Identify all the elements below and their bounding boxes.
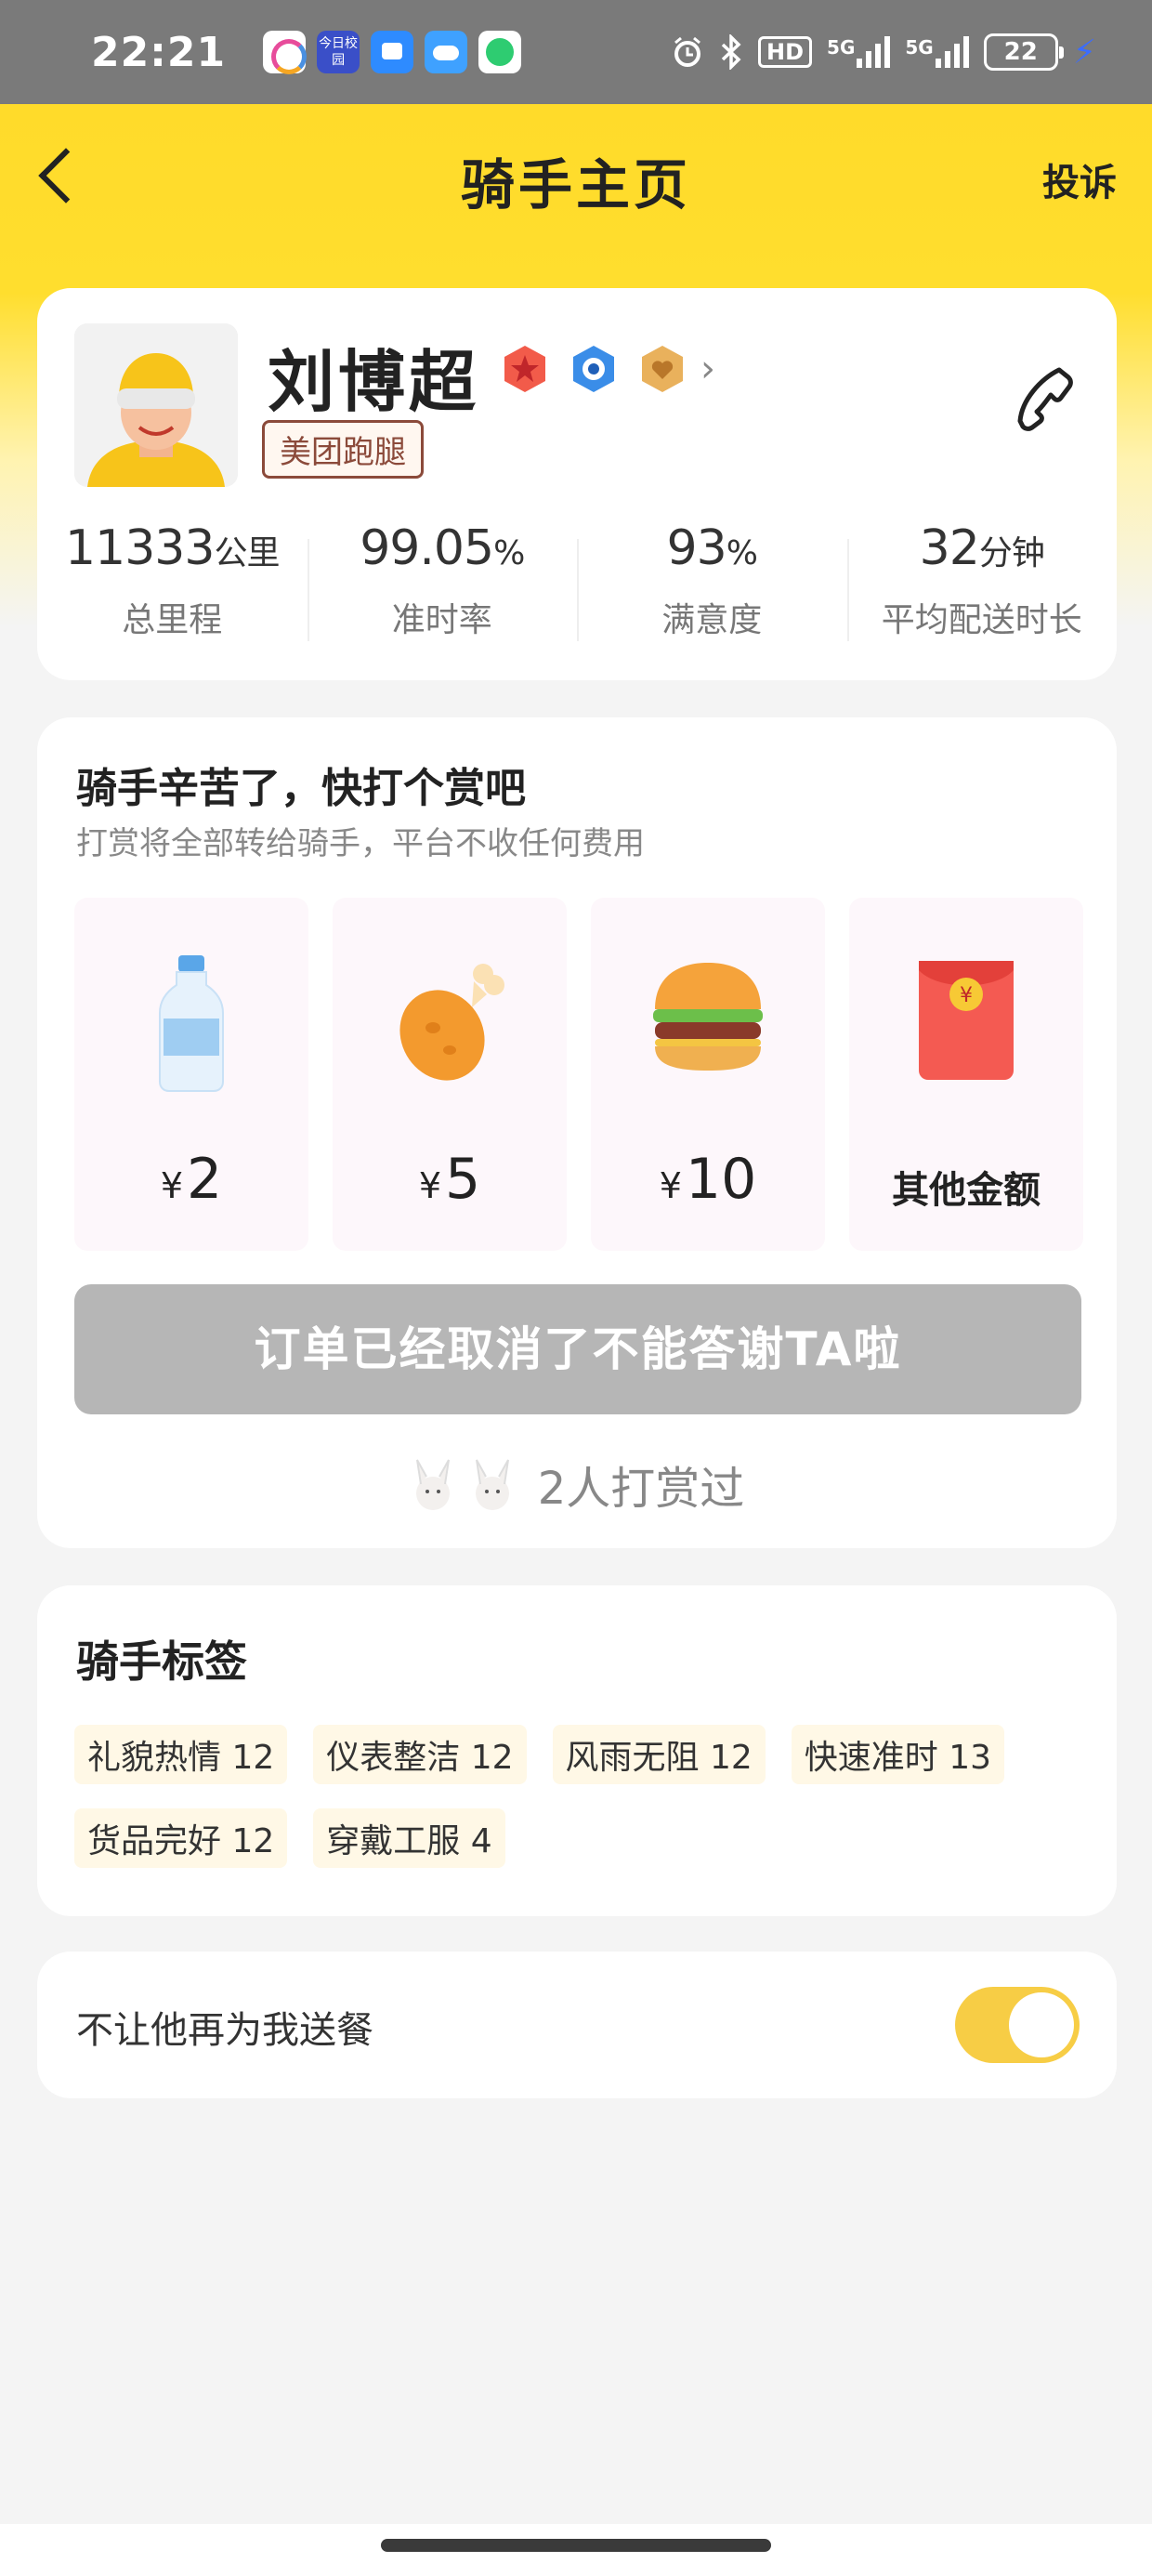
status-indicators: HD 5G 5G 22 ⚡ xyxy=(671,33,1096,72)
signal-5g-1: 5G xyxy=(827,36,891,68)
block-rider-card: 不让他再为我送餐 xyxy=(37,1952,1117,2098)
tip-amount: 2 xyxy=(187,1147,223,1212)
tip-options: ¥2 ¥5 ¥10 ¥ 其他金额 xyxy=(74,898,1083,1251)
tip-option-other[interactable]: ¥ 其他金额 xyxy=(849,898,1083,1251)
signal-5g-2: 5G xyxy=(905,36,969,68)
block-rider-label: 不让他再为我送餐 xyxy=(76,2009,373,2052)
charging-icon: ⚡ xyxy=(1072,33,1096,72)
chevron-right-icon: › xyxy=(700,348,715,390)
phone-icon[interactable] xyxy=(1009,364,1076,431)
tag-item: 快速准时 13 xyxy=(791,1725,1005,1784)
other-amount-label: 其他金额 xyxy=(892,1169,1041,1212)
rider-avatar-illustration-icon xyxy=(74,323,238,487)
signal-bars-icon xyxy=(857,36,891,68)
toggle-knob xyxy=(1009,1992,1074,2057)
tip-amount: 10 xyxy=(685,1147,757,1212)
red-envelope-icon: ¥ xyxy=(919,961,1014,1080)
alarm-icon xyxy=(674,36,701,67)
rider-badges[interactable]: › xyxy=(500,344,715,394)
tip-card: 骑手辛苦了，快打个赏吧 打赏将全部转给骑手，平台不收任何费用 ¥2 ¥5 ¥10… xyxy=(37,717,1117,1548)
app-campus-icon: 今日校园 xyxy=(317,31,360,73)
tip-option-5[interactable]: ¥5 xyxy=(333,898,567,1251)
page-title: 骑手主页 xyxy=(460,153,691,217)
bluetooth-icon xyxy=(721,34,741,70)
hd-indicator: HD xyxy=(758,36,813,68)
rider-info-card: 刘博超 › 美团跑腿 11333公里 总里程 99.05% 准时率 93% 满意… xyxy=(37,288,1117,680)
blue-ring-badge-icon xyxy=(573,346,614,392)
stat-total-distance: 11333公里 总里程 xyxy=(65,520,280,639)
stat-avg-delivery-time: 32分钟 平均配送时长 xyxy=(846,520,1118,651)
rider-name: 刘博超 xyxy=(268,343,480,421)
app-message-icon xyxy=(371,31,414,73)
tip-option-10[interactable]: ¥10 xyxy=(591,898,825,1251)
signal-bars-icon xyxy=(935,36,969,68)
app-chat-icon xyxy=(478,31,522,73)
rider-stats: 11333公里 总里程 99.05% 准时率 93% 满意度 32分钟 平均配送… xyxy=(37,520,1117,651)
tip-title: 骑手辛苦了，快打个赏吧 xyxy=(76,765,526,812)
complain-button[interactable]: 投诉 xyxy=(1042,152,1117,206)
chicken-leg-icon xyxy=(399,964,504,1081)
tags-list: 礼貌热情 12 仪表整洁 12 风雨无阻 12 快速准时 13 货品完好 12 … xyxy=(74,1725,1078,1868)
tippers-summary: 2人打赏过 xyxy=(37,1452,1117,1517)
brand-tag: 美团跑腿 xyxy=(262,420,424,479)
tag-item: 穿戴工服 4 xyxy=(313,1808,505,1868)
tag-item: 仪表整洁 12 xyxy=(313,1725,527,1784)
tip-option-2[interactable]: ¥2 xyxy=(74,898,308,1251)
status-bar: 22:21 今日校园 HD 5G 5G 22 ⚡ xyxy=(0,0,1152,104)
app-weather-icon xyxy=(425,31,468,73)
tipper-avatar-icon xyxy=(415,1459,450,1510)
burger-icon xyxy=(653,963,763,1071)
gold-heart-badge-icon xyxy=(642,346,683,392)
tag-item: 礼貌热情 12 xyxy=(74,1725,288,1784)
water-bottle-icon xyxy=(159,955,224,1092)
stat-satisfaction: 93% 满意度 xyxy=(577,520,847,651)
home-indicator[interactable] xyxy=(381,2539,771,2552)
stat-on-time-rate: 99.05% 准时率 xyxy=(307,520,578,651)
rider-avatar xyxy=(74,323,238,487)
tippers-count: 2人打赏过 xyxy=(537,1463,745,1515)
tag-item: 风雨无阻 12 xyxy=(552,1725,766,1784)
nav-bar: 骑手主页 投诉 xyxy=(0,104,1152,253)
tag-item: 货品完好 12 xyxy=(74,1808,288,1868)
tip-amount: 5 xyxy=(445,1147,481,1212)
tip-submit-button-disabled[interactable]: 订单已经取消了不能答谢TA啦 xyxy=(74,1284,1081,1414)
svg-text:¥: ¥ xyxy=(960,984,973,1007)
app-photo-icon xyxy=(263,31,308,74)
tip-subtitle: 打赏将全部转给骑手，平台不收任何费用 xyxy=(76,825,645,862)
tags-title: 骑手标签 xyxy=(76,1636,247,1687)
status-app-icons: 今日校园 xyxy=(263,31,522,74)
status-time: 22:21 xyxy=(91,28,227,76)
block-rider-toggle[interactable] xyxy=(955,1987,1080,2063)
battery-indicator: 22 xyxy=(983,33,1064,71)
red-star-badge-icon xyxy=(504,346,545,392)
rider-tags-card: 骑手标签 礼貌热情 12 仪表整洁 12 风雨无阻 12 快速准时 13 货品完… xyxy=(37,1585,1117,1916)
tipper-avatar-icon xyxy=(475,1459,509,1510)
